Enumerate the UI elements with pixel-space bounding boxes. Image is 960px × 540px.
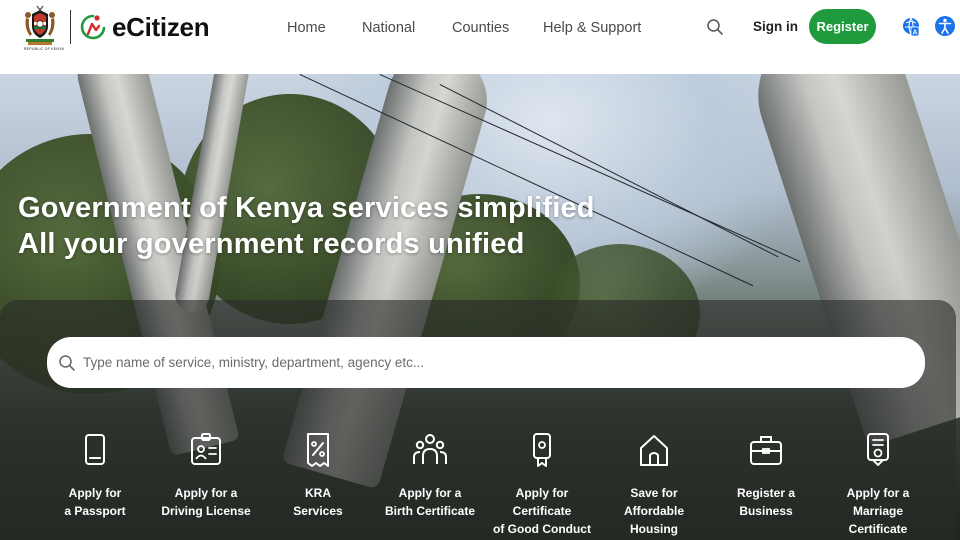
nav-home[interactable]: Home [287,18,326,38]
hero-headline-line2: All your government records unified [18,228,525,260]
nav-national[interactable]: National [362,18,415,38]
register-button[interactable]: Register [809,9,876,44]
service-passport[interactable]: Apply for a Passport [40,432,150,520]
service-label: Apply for a Driving License [161,486,251,518]
service-marriage-certificate[interactable]: Apply for a Marriage Certificate [823,432,933,538]
language-icon[interactable]: A [902,17,920,37]
service-search-input[interactable] [83,350,903,374]
service-label: Apply for a Birth Certificate [384,486,476,518]
service-search-bar[interactable] [47,337,925,388]
sign-in-link[interactable]: Sign in [753,17,798,37]
nav-counties[interactable]: Counties [452,18,509,38]
service-label: Apply for Certificate of Good Conduct [493,486,591,536]
search-icon [59,355,75,371]
service-label: Apply for a Marriage Certificate [846,486,910,536]
hero-headline: Government of Kenya services simplified … [18,190,595,262]
service-label: Apply for a Passport [64,486,126,518]
service-driving-license[interactable]: Apply for a Driving License [151,432,261,520]
coat-of-arms-caption: REPUBLIC OF KENYA [23,47,65,51]
service-kra[interactable]: KRA Services [263,432,373,520]
brand-name: eCitizen [112,11,210,42]
brand-divider [70,10,71,44]
briefcase-icon [750,436,782,465]
hero-headline-line1: Government of Kenya services simplified [18,192,595,224]
id-card-icon [191,433,221,465]
tax-document-icon [307,433,329,467]
service-label: Save for Affordable Housing [624,486,684,536]
svg-text:A: A [912,30,917,37]
service-label: KRA Services [293,486,343,518]
service-label: Register a Business [736,486,796,518]
brand[interactable]: REPUBLIC OF KENYA eCitizen [20,4,210,51]
passport-icon [85,434,105,465]
search-icon[interactable] [706,18,724,36]
ecitizen-logo-icon [80,14,106,40]
accessibility-icon[interactable] [935,16,955,36]
service-good-conduct[interactable]: Apply for Certificate of Good Conduct [487,432,597,538]
service-birth-certificate[interactable]: Apply for a Birth Certificate [375,432,485,520]
certificate-badge-icon [533,433,551,467]
service-register-business[interactable]: Register a Business [711,432,821,520]
house-icon [640,435,668,466]
family-icon [413,434,447,464]
service-affordable-housing[interactable]: Save for Affordable Housing [599,432,709,538]
hero-section: Government of Kenya services simplified … [0,74,960,540]
marriage-certificate-icon [867,433,889,466]
nav-help-support[interactable]: Help & Support [543,18,641,38]
site-header: REPUBLIC OF KENYA eCitizen Home National… [0,0,960,74]
coat-of-arms-logo: REPUBLIC OF KENYA [20,4,64,51]
